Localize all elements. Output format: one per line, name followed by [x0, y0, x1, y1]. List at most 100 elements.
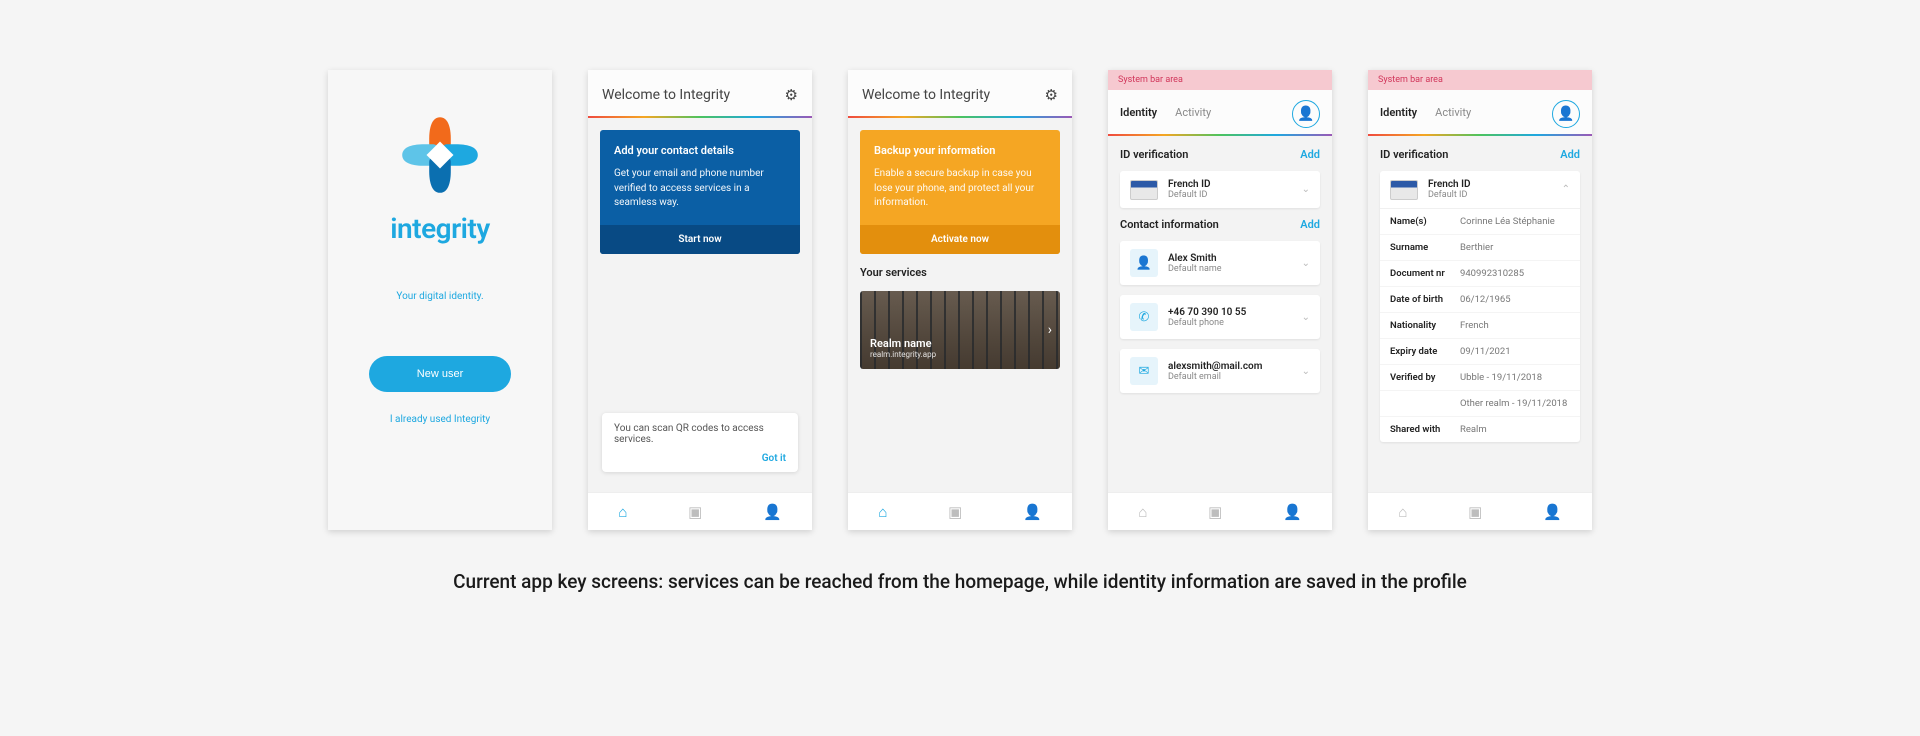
figure-caption: Current app key screens: services can be… [0, 570, 1920, 593]
id-detail-row: Date of birth06/12/1965 [1380, 287, 1580, 313]
camera-icon[interactable]: ▣ [1468, 503, 1482, 521]
home-icon[interactable]: ⌂ [1138, 503, 1147, 521]
user-icon: 👤 [1130, 249, 1158, 277]
header-title: Welcome to Integrity [862, 87, 990, 103]
promo-body: Enable a secure backup in case you lose … [874, 167, 1046, 211]
screen-welcome-backup: Welcome to Integrity ⚙ Backup your infor… [848, 70, 1072, 530]
camera-icon[interactable]: ▣ [948, 503, 962, 521]
avatar-icon[interactable]: 👤 [1552, 100, 1580, 128]
screen4-body: ID verification Add French ID Default ID… [1108, 136, 1332, 492]
contact-title: Alex Smith [1168, 253, 1222, 264]
contact-title: +46 70 390 10 55 [1168, 307, 1246, 318]
id-verification-label: ID verification [1120, 148, 1188, 161]
screen-welcome-contact: Welcome to Integrity ⚙ Add your contact … [588, 70, 812, 530]
already-used-link[interactable]: I already used Integrity [390, 414, 490, 425]
screen5-body: ID verification Add French ID Default ID… [1368, 136, 1592, 492]
id-detail-row: Name(s) Corinne Léa Stéphanie [1380, 209, 1580, 235]
id-detail-row: .Other realm - 19/11/2018 [1380, 391, 1580, 417]
tooltip-text: You can scan QR codes to access services… [614, 423, 786, 445]
welcome-header: Welcome to Integrity ⚙ [588, 70, 812, 116]
profile-icon[interactable]: 👤 [1543, 503, 1562, 521]
qr-tooltip: You can scan QR codes to access services… [602, 413, 798, 472]
chevron-down-icon: ⌄ [1302, 258, 1310, 269]
tab-identity[interactable]: Identity [1120, 106, 1157, 129]
id-card-thumbnail-icon [1390, 180, 1418, 200]
start-now-button[interactable]: Start now [600, 225, 800, 254]
id-detail-row: Verified byUbble - 19/11/2018 [1380, 365, 1580, 391]
your-services-label: Your services [860, 266, 1060, 279]
add-contact-link[interactable]: Add [1300, 218, 1320, 231]
tooltip-dismiss[interactable]: Got it [614, 453, 786, 464]
detail-value: Corinne Léa Stéphanie [1460, 216, 1570, 227]
detail-key: Expiry date [1390, 346, 1452, 357]
brand-wordmark: integrity [390, 212, 489, 245]
bottom-nav: ⌂ ▣ 👤 [1368, 492, 1592, 530]
id-details-card: French ID Default ID ⌃ Name(s) Corinne Lé… [1380, 171, 1580, 442]
home-icon[interactable]: ⌂ [878, 503, 887, 521]
detail-key: Shared with [1390, 424, 1452, 435]
id-card-row-expanded[interactable]: French ID Default ID ⌃ [1380, 171, 1580, 209]
profile-icon[interactable]: 👤 [1023, 503, 1042, 521]
detail-key: Nationality [1390, 320, 1452, 331]
id-verification-section-header: ID verification Add [1380, 148, 1580, 161]
id-detail-row: Shared withRealm [1380, 417, 1580, 442]
id-detail-row: Surname Berthier [1380, 235, 1580, 261]
contact-name-row[interactable]: 👤 Alex Smith Default name ⌄ [1120, 241, 1320, 285]
id-card-title: French ID [1428, 179, 1471, 190]
chevron-up-icon: ⌃ [1562, 184, 1570, 195]
chevron-down-icon: ⌄ [1302, 312, 1310, 323]
integrity-logo-icon [395, 110, 485, 200]
new-user-button[interactable]: New user [369, 356, 511, 392]
system-bar: System bar area [1368, 70, 1592, 90]
detail-key: Name(s) [1390, 216, 1452, 227]
avatar-icon[interactable]: 👤 [1292, 100, 1320, 128]
gear-icon[interactable]: ⚙ [1045, 86, 1058, 104]
contact-title: alexsmith@mail.com [1168, 361, 1262, 372]
detail-value: Berthier [1460, 242, 1570, 253]
contact-sub: Default phone [1168, 318, 1246, 328]
realm-service-card[interactable]: Realm name realm.integrity.app › [860, 291, 1060, 369]
contact-label: Contact information [1120, 218, 1219, 231]
bottom-nav: ⌂ ▣ 👤 [848, 492, 1072, 530]
profile-icon[interactable]: 👤 [763, 503, 782, 521]
id-card-sub: Default ID [1168, 190, 1211, 200]
contact-phone-row[interactable]: ✆ +46 70 390 10 55 Default phone ⌄ [1120, 295, 1320, 339]
contact-promo-card: Add your contact details Get your email … [600, 130, 800, 254]
camera-icon[interactable]: ▣ [1208, 503, 1222, 521]
phone-icon: ✆ [1130, 303, 1158, 331]
id-verification-section-header: ID verification Add [1120, 148, 1320, 161]
detail-value: 940992310285 [1460, 268, 1570, 279]
home-icon[interactable]: ⌂ [618, 503, 627, 521]
screen3-body: Backup your information Enable a secure … [848, 118, 1072, 492]
contact-email-row[interactable]: ✉ alexsmith@mail.com Default email ⌄ [1120, 349, 1320, 393]
id-card-title: French ID [1168, 179, 1211, 190]
identity-tabs-header: Identity Activity 👤 [1108, 90, 1332, 134]
screen2-body: Add your contact details Get your email … [588, 118, 812, 492]
screens-row: integrity Your digital identity. New use… [0, 0, 1920, 530]
screen-identity-details: System bar area Identity Activity 👤 ID v… [1368, 70, 1592, 530]
tab-activity[interactable]: Activity [1175, 106, 1211, 129]
backup-promo-card: Backup your information Enable a secure … [860, 130, 1060, 254]
tabs-group: Identity Activity [1380, 106, 1471, 129]
bottom-nav: ⌂ ▣ 👤 [1108, 492, 1332, 530]
tab-activity[interactable]: Activity [1435, 106, 1471, 129]
profile-icon[interactable]: 👤 [1283, 503, 1302, 521]
home-icon[interactable]: ⌂ [1398, 503, 1407, 521]
chevron-down-icon: ⌄ [1302, 366, 1310, 377]
tab-identity[interactable]: Identity [1380, 106, 1417, 129]
promo-body: Get your email and phone number verified… [614, 167, 786, 211]
camera-icon[interactable]: ▣ [688, 503, 702, 521]
brand-tagline: Your digital identity. [396, 291, 483, 302]
screen-identity-overview: System bar area Identity Activity 👤 ID v… [1108, 70, 1332, 530]
add-id-link[interactable]: Add [1300, 148, 1320, 161]
activate-now-button[interactable]: Activate now [860, 225, 1060, 254]
gear-icon[interactable]: ⚙ [785, 86, 798, 104]
bottom-nav: ⌂ ▣ 👤 [588, 492, 812, 530]
id-card-row[interactable]: French ID Default ID ⌄ [1120, 171, 1320, 208]
mail-icon: ✉ [1130, 357, 1158, 385]
id-detail-row: Document nr940992310285 [1380, 261, 1580, 287]
chevron-down-icon: ⌄ [1302, 184, 1310, 195]
detail-key: Surname [1390, 242, 1452, 253]
add-id-link[interactable]: Add [1560, 148, 1580, 161]
detail-key: Verified by [1390, 372, 1452, 383]
